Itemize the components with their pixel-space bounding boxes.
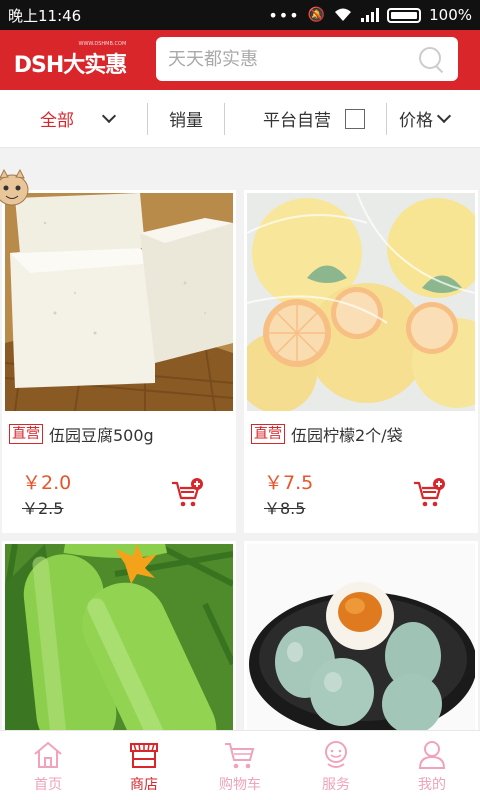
product-card[interactable] bbox=[244, 541, 478, 741]
tab-home[interactable]: 首页 bbox=[0, 731, 96, 800]
tab-shop-label: 商店 bbox=[130, 776, 158, 793]
wifi-icon bbox=[335, 8, 352, 21]
cart-icon bbox=[225, 742, 255, 768]
filter-all-label: 全部 bbox=[40, 111, 74, 131]
tab-mine-label: 我的 bbox=[418, 776, 446, 793]
signal-icon bbox=[361, 8, 380, 22]
tab-service-label: 服务 bbox=[322, 776, 350, 793]
logo-text: DSH大实惠 bbox=[13, 53, 128, 78]
product-image-eggs[interactable] bbox=[247, 544, 475, 741]
status-time: 晚上11:46 bbox=[8, 6, 82, 25]
filter-price-label: 价格 bbox=[399, 111, 433, 131]
home-icon bbox=[34, 741, 62, 768]
tab-service[interactable]: 服务 bbox=[288, 731, 384, 800]
bottom-tab-bar: 首页 商店 购物车 服务 我的 bbox=[0, 730, 480, 800]
filter-bar: 全部 销量 平台自营 价格 bbox=[0, 90, 480, 148]
battery-level: 100% bbox=[429, 6, 472, 24]
app-header: WWW.DSHMB.COM DSH大实惠 bbox=[0, 30, 480, 90]
filter-self-run-label: 平台自营 bbox=[263, 111, 331, 131]
chevron-down-icon bbox=[436, 108, 452, 124]
search-input[interactable] bbox=[168, 48, 416, 70]
mascot-icon[interactable] bbox=[0, 168, 30, 208]
filter-all[interactable]: 全部 bbox=[0, 90, 147, 148]
search-icon[interactable] bbox=[416, 44, 446, 74]
app-logo[interactable]: WWW.DSHMB.COM DSH大实惠 bbox=[0, 30, 140, 90]
shop-icon bbox=[130, 742, 158, 768]
status-bar: 晚上11:46 ••• 🔕 100% bbox=[0, 0, 480, 30]
filter-sales[interactable]: 销量 bbox=[148, 90, 224, 148]
product-title-row: 直营 伍园柠檬2个/袋 bbox=[251, 422, 403, 446]
tab-cart-label: 购物车 bbox=[219, 776, 261, 793]
tab-shop[interactable]: 商店 bbox=[96, 731, 192, 800]
product-card[interactable]: 直营 伍园豆腐500g ￥2.0 ￥2.5 bbox=[2, 190, 236, 533]
product-original-price: ￥8.5 bbox=[264, 499, 306, 518]
add-to-cart-button[interactable] bbox=[412, 478, 446, 508]
tab-mine[interactable]: 我的 bbox=[384, 731, 480, 800]
tab-home-label: 首页 bbox=[34, 776, 62, 793]
direct-sale-badge: 直营 bbox=[9, 424, 43, 444]
product-name[interactable]: 伍园豆腐500g bbox=[49, 422, 154, 446]
add-to-cart-icon bbox=[414, 478, 445, 507]
battery-icon bbox=[387, 7, 422, 23]
product-price: ￥2.0 bbox=[22, 472, 72, 494]
product-card[interactable]: 直营 伍园柠檬2个/袋 ￥7.5 ￥8.5 bbox=[244, 190, 478, 533]
product-image-tofu[interactable] bbox=[5, 193, 233, 411]
logo-url: WWW.DSHMB.COM bbox=[78, 41, 127, 47]
mute-icon: 🔕 bbox=[307, 7, 326, 23]
product-original-price: ￥2.5 bbox=[22, 499, 64, 518]
product-card[interactable] bbox=[2, 541, 236, 741]
product-price: ￥7.5 bbox=[264, 472, 314, 494]
product-name[interactable]: 伍园柠檬2个/袋 bbox=[291, 422, 403, 446]
filter-sales-label: 销量 bbox=[169, 111, 203, 131]
product-title-row: 直营 伍园豆腐500g bbox=[9, 422, 154, 446]
filter-self-run[interactable]: 平台自营 bbox=[225, 90, 386, 148]
chevron-down-icon bbox=[101, 108, 117, 124]
search-box[interactable] bbox=[156, 37, 458, 81]
product-image-lemon[interactable] bbox=[247, 193, 475, 411]
user-icon bbox=[418, 740, 446, 769]
add-to-cart-icon bbox=[172, 478, 203, 507]
tab-cart[interactable]: 购物车 bbox=[192, 731, 288, 800]
direct-sale-badge: 直营 bbox=[251, 424, 285, 444]
filter-price[interactable]: 价格 bbox=[387, 90, 452, 148]
more-dots-icon: ••• bbox=[268, 5, 300, 25]
product-image-zucchini[interactable] bbox=[5, 544, 233, 741]
self-run-checkbox[interactable] bbox=[345, 108, 365, 129]
add-to-cart-button[interactable] bbox=[170, 478, 204, 508]
service-icon bbox=[325, 740, 347, 768]
